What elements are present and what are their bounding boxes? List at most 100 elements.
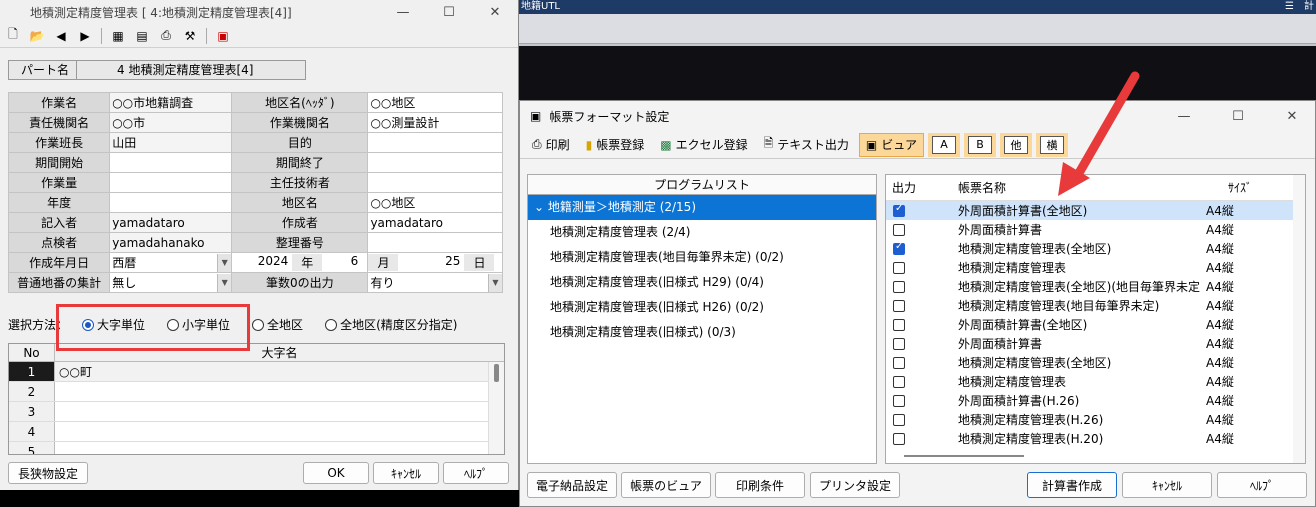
print-tool[interactable]: ⎙ 印刷 <box>526 133 576 157</box>
era-combo[interactable]: 西暦 ▼ <box>111 253 231 272</box>
radio-option[interactable]: 全地区(精度区分指定) <box>325 316 457 333</box>
info-value[interactable]: ○○地区 <box>367 92 503 113</box>
program-list-item[interactable]: 地積測定精度管理表 (2/4) <box>528 220 876 245</box>
maximize-button[interactable]: ☐ <box>426 0 472 24</box>
excel-tool[interactable]: ▩ エクセル登録 <box>654 133 753 157</box>
program-list-item[interactable]: 地積測定精度管理表(旧様式 H29) (0/4) <box>528 270 876 295</box>
list-item[interactable]: 地積測定精度管理表(全地区) A4縦 <box>886 353 1305 372</box>
list-item[interactable]: 地積測定精度管理表 A4縦 <box>886 372 1305 391</box>
zero-output-combo[interactable]: 有り ▼ <box>369 273 502 292</box>
oaza-name-cell[interactable] <box>55 422 504 441</box>
list-item[interactable]: 地積測定精度管理表(地目毎筆界未定) A4縦 <box>886 296 1305 315</box>
table-row[interactable]: 2 <box>9 382 504 402</box>
program-list-item[interactable]: 地積測定精度管理表(旧様式) (0/3) <box>528 320 876 345</box>
oaza-name-cell[interactable]: ○○町 <box>55 362 504 381</box>
chevron-down-icon[interactable]: ▼ <box>217 253 231 272</box>
program-list-item[interactable]: 地積測定精度管理表(地目毎筆界未定) (0/2) <box>528 245 876 270</box>
oaza-name-cell[interactable] <box>55 442 504 454</box>
long-item-button[interactable]: 長狭物設定 <box>8 462 88 484</box>
info-value[interactable]: yamadataro <box>109 212 233 233</box>
list-item[interactable]: 外周面積計算書(全地区) A4縦 <box>886 315 1305 334</box>
cancel-button[interactable]: ｷｬﾝｾﾙ <box>373 462 439 484</box>
info-value[interactable] <box>367 172 503 193</box>
program-list-item[interactable]: ⌄ 地籍測量＞地積測定 (2/15) <box>528 195 876 220</box>
output-checkbox-cell[interactable] <box>888 261 910 274</box>
cancel-button[interactable]: ｷｬﾝｾﾙ <box>1122 472 1212 498</box>
output-checkbox-cell[interactable] <box>888 299 910 312</box>
forms-horizontal-scrollbar[interactable] <box>904 455 1024 457</box>
year-cell[interactable]: 2024 年 6 <box>231 252 369 273</box>
calculator-icon[interactable]: ▦ <box>107 26 129 46</box>
radio-option[interactable]: 全地区 <box>252 316 303 333</box>
list-item[interactable]: 地積測定精度管理表(H.26) A4縦 <box>886 410 1305 429</box>
create-calculation-button[interactable]: 計算書作成 <box>1027 472 1117 498</box>
info-value[interactable]: ○○市 <box>109 112 233 133</box>
layout-b-tool[interactable]: B <box>964 132 997 157</box>
output-checkbox[interactable] <box>893 261 905 274</box>
list-item[interactable]: 外周面積計算書 A4縦 <box>886 220 1305 239</box>
output-checkbox[interactable] <box>893 223 905 236</box>
info-value[interactable] <box>109 172 233 193</box>
info-value[interactable] <box>367 132 503 153</box>
info-value[interactable]: yamadataro <box>367 212 503 233</box>
output-checkbox[interactable] <box>893 280 905 293</box>
info-value[interactable]: ○○市地籍調査 <box>109 92 233 113</box>
output-checkbox[interactable] <box>893 394 905 407</box>
viewer-tool[interactable]: ▣ ビュア <box>858 132 925 157</box>
month-day-cell[interactable]: 月 25 日 <box>367 252 503 273</box>
output-checkbox[interactable] <box>893 203 905 217</box>
month-value[interactable]: 6 <box>322 254 362 271</box>
info-value[interactable]: ○○測量設計 <box>367 112 503 133</box>
info-value[interactable]: ○○地区 <box>367 192 503 213</box>
maximize-button[interactable]: ☐ <box>1215 104 1261 128</box>
prev-arrow-icon[interactable]: ◀ <box>50 26 72 46</box>
list-item[interactable]: 地積測定精度管理表(H.20) A4縦 <box>886 429 1305 448</box>
radio-button[interactable] <box>252 318 265 331</box>
year-value[interactable]: 2024 <box>233 254 292 271</box>
output-checkbox-cell[interactable] <box>888 223 910 236</box>
menu-icon[interactable]: ☰ <box>1285 0 1294 14</box>
forms-scrollbar[interactable] <box>1293 175 1305 463</box>
output-checkbox-cell[interactable] <box>888 413 910 426</box>
layout-a-tool[interactable]: A <box>928 132 961 157</box>
output-checkbox-cell[interactable] <box>888 241 910 255</box>
output-checkbox-cell[interactable] <box>888 375 910 388</box>
list-item[interactable]: 地積測定精度管理表(全地区) A4縦 <box>886 239 1305 258</box>
output-checkbox[interactable] <box>893 432 905 445</box>
close-button[interactable]: ✕ <box>1269 104 1315 128</box>
oaza-name-cell[interactable] <box>55 402 504 421</box>
agg-cell[interactable]: 無し ▼ <box>109 272 233 293</box>
help-button[interactable]: ﾍﾙﾌﾟ <box>1217 472 1307 498</box>
output-checkbox[interactable] <box>893 337 905 350</box>
tools-icon[interactable]: ⚒ <box>179 26 201 46</box>
document-icon[interactable]: ▤ <box>131 26 153 46</box>
info-value[interactable] <box>367 152 503 173</box>
minimize-button[interactable]: — <box>1161 104 1207 128</box>
minimize-button[interactable]: — <box>380 0 426 24</box>
output-checkbox-cell[interactable] <box>888 394 910 407</box>
info-value[interactable]: yamadahanako <box>109 232 233 253</box>
info-value[interactable] <box>367 232 503 253</box>
layout-other-tool[interactable]: 他 <box>1000 132 1033 157</box>
info-value[interactable] <box>109 192 233 213</box>
form-viewer-button[interactable]: 帳票のビュア <box>621 472 711 498</box>
output-checkbox[interactable] <box>893 318 905 331</box>
day-value[interactable]: 25 <box>398 254 464 271</box>
list-item[interactable]: 地積測定精度管理表(全地区)(地目毎筆界未定) A4縦 <box>886 277 1305 296</box>
ok-button[interactable]: OK <box>303 462 369 484</box>
output-checkbox-cell[interactable] <box>888 337 910 350</box>
table-row[interactable]: 5 <box>9 442 504 454</box>
print-conditions-button[interactable]: 印刷条件 <box>715 472 805 498</box>
register-tool[interactable]: ▮ 帳票登録 <box>580 133 651 157</box>
output-checkbox-cell[interactable] <box>888 203 910 217</box>
agg-combo[interactable]: 無し ▼ <box>111 273 231 292</box>
table-row[interactable]: 3 <box>9 402 504 422</box>
open-folder-icon[interactable]: 📂 <box>26 26 48 46</box>
close-button[interactable]: ✕ <box>472 0 518 24</box>
list-item[interactable]: 地積測定精度管理表 A4縦 <box>886 258 1305 277</box>
oaza-name-cell[interactable] <box>55 382 504 401</box>
output-checkbox-cell[interactable] <box>888 318 910 331</box>
chevron-down-icon[interactable]: ⌄ <box>534 200 548 214</box>
help-button[interactable]: ﾍﾙﾌﾟ <box>443 462 509 484</box>
printer-icon[interactable]: ⎙ <box>155 26 177 46</box>
